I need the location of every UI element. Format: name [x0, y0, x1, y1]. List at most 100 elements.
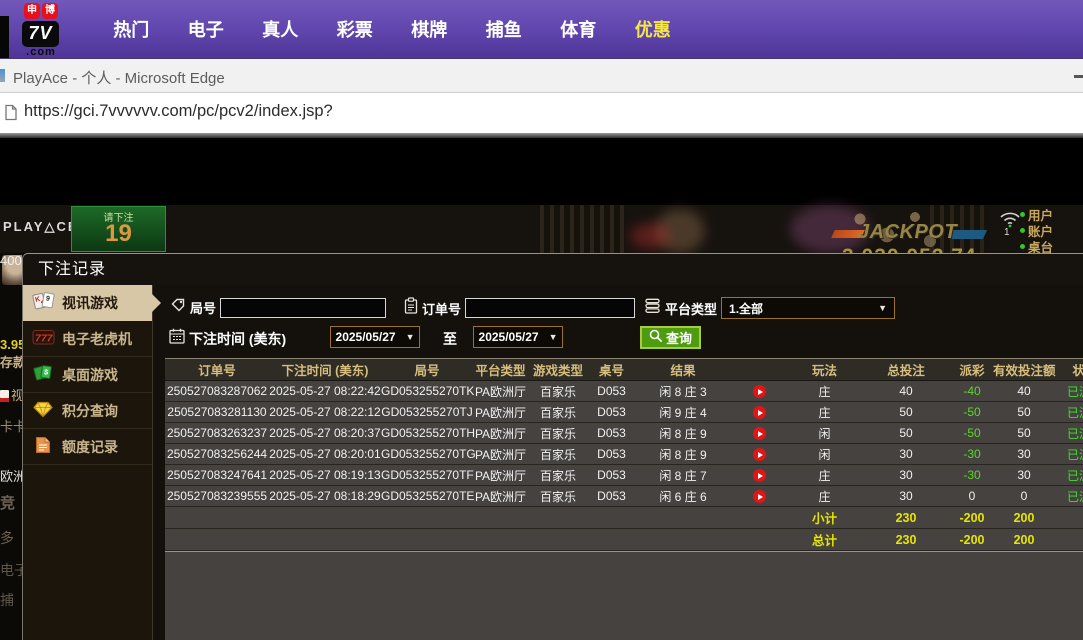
- chevron-down-icon: ▼: [548, 332, 558, 342]
- cell-status: 已派彩: [1066, 447, 1083, 462]
- cell-result: 闲 6 庄 6: [659, 489, 707, 504]
- banner-stripes: [540, 205, 625, 253]
- cell-order-no: 250527083281130: [167, 405, 267, 419]
- nav-item-sports[interactable]: 体育: [541, 16, 616, 42]
- cell-valid-bet: 30: [1017, 447, 1031, 461]
- nav-item-hot[interactable]: 热门: [94, 16, 169, 42]
- edge-favicon: [0, 69, 5, 82]
- cell-platform: PA欧洲厅: [474, 468, 527, 483]
- order-no-label: 订单号: [422, 301, 462, 317]
- minimize-button[interactable]: [1074, 75, 1083, 78]
- platform-type-value: 1.全部: [729, 301, 764, 316]
- cell-round-no: GD053255270TH: [381, 426, 476, 440]
- site-logo[interactable]: 申 博 7V .com: [22, 3, 60, 58]
- sidebar-item-label: 积分查询: [62, 402, 118, 419]
- replay-video-button[interactable]: [753, 490, 766, 504]
- address-url[interactable]: https://gci.7vvvvvv.com/pc/pcv2/index.js…: [24, 102, 333, 121]
- cell-game-type: 百家乐: [539, 384, 576, 399]
- sidebar-item-points[interactable]: 积分查询: [23, 393, 152, 429]
- grand-total-total-bet: 230: [895, 532, 917, 547]
- logo-name: 7V: [22, 21, 59, 47]
- cell-play-type: 庄: [818, 489, 831, 504]
- sidebar-item-table-games[interactable]: $ 桌面游戏: [23, 357, 152, 393]
- date-to-select[interactable]: 2025/05/27 ▼: [473, 326, 563, 348]
- cell-bet-time: 2025-05-27 08:18:29: [269, 489, 381, 503]
- sidebar-item-video-games[interactable]: K9 视讯游戏: [23, 285, 161, 321]
- cell-status: 已派彩: [1066, 405, 1083, 420]
- wifi-icon: [998, 209, 1022, 233]
- cell-round-no: GD053255270TG: [381, 447, 476, 461]
- cell-result: 闲 8 庄 7: [659, 468, 707, 483]
- cell-game-type: 百家乐: [539, 405, 576, 420]
- browser-urlbar[interactable]: https://gci.7vvvvvv.com/pc/pcv2/index.js…: [0, 93, 1083, 133]
- cell-payout: -50: [963, 405, 981, 419]
- cell-valid-bet: 0: [1020, 489, 1028, 503]
- round-no-input[interactable]: [220, 297, 387, 318]
- cell-round-no: GD053255270TF: [381, 468, 474, 482]
- clipboard-icon: [404, 297, 418, 319]
- bet-countdown: 19: [105, 220, 132, 247]
- replay-video-button[interactable]: [753, 385, 766, 399]
- cell-valid-bet: 30: [1017, 468, 1031, 482]
- calendar-icon: [169, 328, 185, 349]
- cell-status: 已派彩: [1066, 384, 1083, 399]
- status-dot: [1020, 243, 1025, 249]
- logo-badge-left: 申: [24, 3, 40, 19]
- grand-total-payout: -200: [959, 532, 985, 547]
- cell-game-type: 百家乐: [539, 447, 576, 462]
- col-total-bet: 总投注: [887, 364, 925, 378]
- date-from-value: 2025/05/27: [335, 330, 396, 344]
- nav-item-slots[interactable]: 电子: [169, 16, 244, 42]
- clipped-text-fragment: 卡卡: [0, 419, 22, 434]
- urlbar-divider: [0, 133, 1083, 138]
- cell-result: 闲 8 庄 9: [659, 447, 707, 462]
- nav-item-promo[interactable]: 优惠: [616, 16, 691, 42]
- col-order-no: 订单号: [198, 364, 236, 378]
- side-label-table[interactable]: 桌台: [1028, 237, 1053, 255]
- search-button[interactable]: 查询: [640, 326, 702, 349]
- order-no-input[interactable]: [465, 298, 636, 318]
- cell-bet-time: 2025-05-27 08:22:12: [269, 405, 381, 419]
- window-title: PlayAce - 个人 - Microsoft Edge: [13, 70, 225, 87]
- casino-banner: PLAY△CE 请下注 19 JACKPOT 3,030,052.74 1 用户…: [0, 205, 1083, 268]
- grand-total-row: 总计 230 -200 200: [165, 529, 1083, 551]
- subtotal-payout: -200: [959, 510, 985, 525]
- cell-round-no: GD053255270TJ: [381, 405, 473, 419]
- platform-type-select[interactable]: 1.全部 ▼: [721, 297, 896, 319]
- nav-item-lottery[interactable]: 彩票: [318, 16, 393, 42]
- subtotal-row: 小计 230 -200 200: [165, 507, 1083, 529]
- table-header-row: 订单号 下注时间 (美东) 局号 平台类型 游戏类型 桌号 结果 玩法 总投注 …: [165, 358, 1083, 381]
- tag-icon: [170, 297, 186, 318]
- table-row: 250527083281130 2025-05-27 08:22:12 GD05…: [165, 402, 1083, 423]
- sidebar-item-slots[interactable]: 777 电子老虎机: [23, 321, 152, 357]
- replay-video-button[interactable]: [753, 406, 766, 420]
- svg-text:777: 777: [35, 332, 54, 344]
- replay-video-button[interactable]: [753, 469, 766, 483]
- nav-item-fishing[interactable]: 捕鱼: [467, 16, 542, 42]
- cell-total-bet: 30: [899, 447, 913, 461]
- bet-records-panel: 下注记录 K9 视讯游戏 777 电子老虎机 $ 桌面游戏 积分查询 额度记录 …: [22, 253, 1083, 640]
- replay-video-button[interactable]: [753, 427, 766, 441]
- sidebar-item-label: 桌面游戏: [62, 366, 118, 383]
- cell-table-no: D053: [597, 447, 626, 461]
- sidebar-item-quota-records[interactable]: 额度记录: [23, 429, 152, 465]
- range-to-label: 至: [443, 331, 457, 347]
- date-from-select[interactable]: 2025/05/27 ▼: [330, 326, 420, 348]
- table-empty-area: [165, 551, 1083, 640]
- col-platform: 平台类型: [475, 364, 526, 378]
- cell-bet-time: 2025-05-27 08:19:13: [269, 468, 381, 482]
- nav-menu: 热门 电子 真人 彩票 棋牌 捕鱼 体育 优惠: [94, 0, 690, 58]
- panel-sidebar: K9 视讯游戏 777 电子老虎机 $ 桌面游戏 积分查询 额度记录: [23, 285, 161, 640]
- cell-order-no: 250527083256244: [166, 447, 268, 461]
- cell-round-no: GD053255270TE: [381, 489, 475, 503]
- browser-titlebar: PlayAce - 个人 - Microsoft Edge: [0, 58, 1083, 93]
- nav-item-chess[interactable]: 棋牌: [392, 16, 467, 42]
- table-row: 250527083263237 2025-05-27 08:20:37 GD05…: [165, 423, 1083, 444]
- nav-item-live[interactable]: 真人: [243, 16, 318, 42]
- sidebar-item-label: 视讯游戏: [62, 294, 118, 311]
- status-dot: [1020, 227, 1025, 233]
- subtotal-label: 小计: [811, 512, 837, 526]
- table-row: 250527083287062 2025-05-27 08:22:42 GD05…: [165, 381, 1083, 402]
- replay-video-button[interactable]: [753, 448, 766, 462]
- cell-platform: PA欧洲厅: [474, 489, 527, 504]
